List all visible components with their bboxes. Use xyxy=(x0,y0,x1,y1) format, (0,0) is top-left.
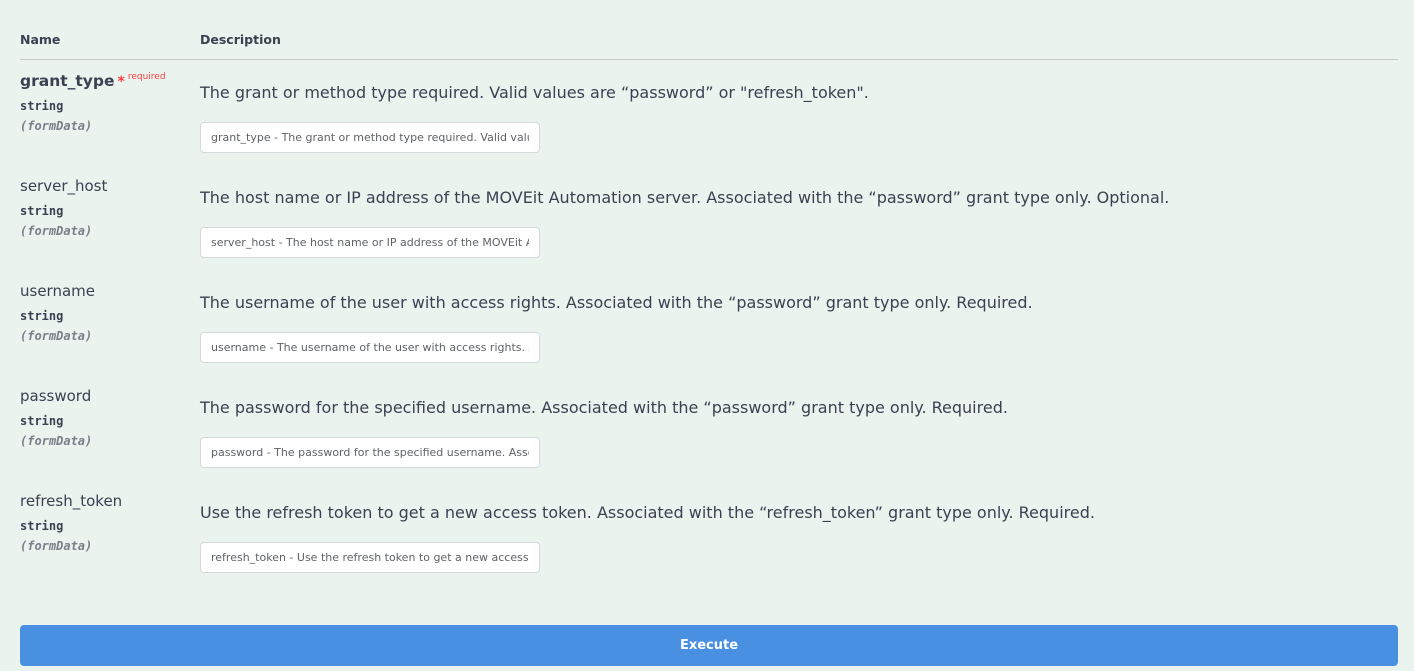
parameter-description: The grant or method type required. Valid… xyxy=(200,83,869,102)
parameter-in: (formData) xyxy=(20,329,93,343)
parameter-row-username: username string (formData) The username … xyxy=(20,282,1398,387)
parameter-row-server-host: server_host string (formData) The host n… xyxy=(20,177,1398,282)
column-header-description: Description xyxy=(200,32,281,47)
parameters-table-header: Name Description xyxy=(20,31,1398,60)
parameter-name: username xyxy=(20,282,95,300)
parameter-in: (formData) xyxy=(20,119,93,133)
parameter-description: The password for the specified username.… xyxy=(200,398,1008,417)
parameter-name: refresh_token xyxy=(20,492,123,510)
parameter-in: (formData) xyxy=(20,434,93,448)
required-label: required xyxy=(127,72,166,82)
username-input[interactable] xyxy=(200,332,540,363)
parameter-in: (formData) xyxy=(20,539,93,553)
required-star: * xyxy=(117,74,125,90)
parameter-description: Use the refresh token to get a new acces… xyxy=(200,503,1095,522)
refresh-token-input[interactable] xyxy=(200,542,540,573)
parameter-row-refresh-token: refresh_token string (formData) Use the … xyxy=(20,492,1398,597)
parameter-name: grant_type * required xyxy=(20,72,166,90)
parameter-type: string xyxy=(20,414,64,428)
grant-type-input[interactable] xyxy=(200,122,540,153)
parameters-panel: Name Description grant_type * required str… xyxy=(20,0,1398,671)
parameter-name: server_host xyxy=(20,177,108,195)
parameter-description: The host name or IP address of the MOVEi… xyxy=(200,188,1170,207)
parameter-row-grant-type: grant_type * required string (formData) Th… xyxy=(20,72,1398,177)
parameter-name-text: grant_type xyxy=(20,72,115,90)
parameter-type: string xyxy=(20,99,64,113)
server-host-input[interactable] xyxy=(200,227,540,258)
parameter-type: string xyxy=(20,519,64,533)
column-header-name: Name xyxy=(20,32,61,47)
parameter-in: (formData) xyxy=(20,224,93,238)
parameter-type: string xyxy=(20,204,64,218)
parameter-row-password: password string (formData) The password … xyxy=(20,387,1398,492)
parameter-type: string xyxy=(20,309,64,323)
execute-button[interactable]: Execute xyxy=(20,625,1398,666)
parameter-name: password xyxy=(20,387,92,405)
password-input[interactable] xyxy=(200,437,540,468)
parameter-description: The username of the user with access rig… xyxy=(200,293,1033,312)
